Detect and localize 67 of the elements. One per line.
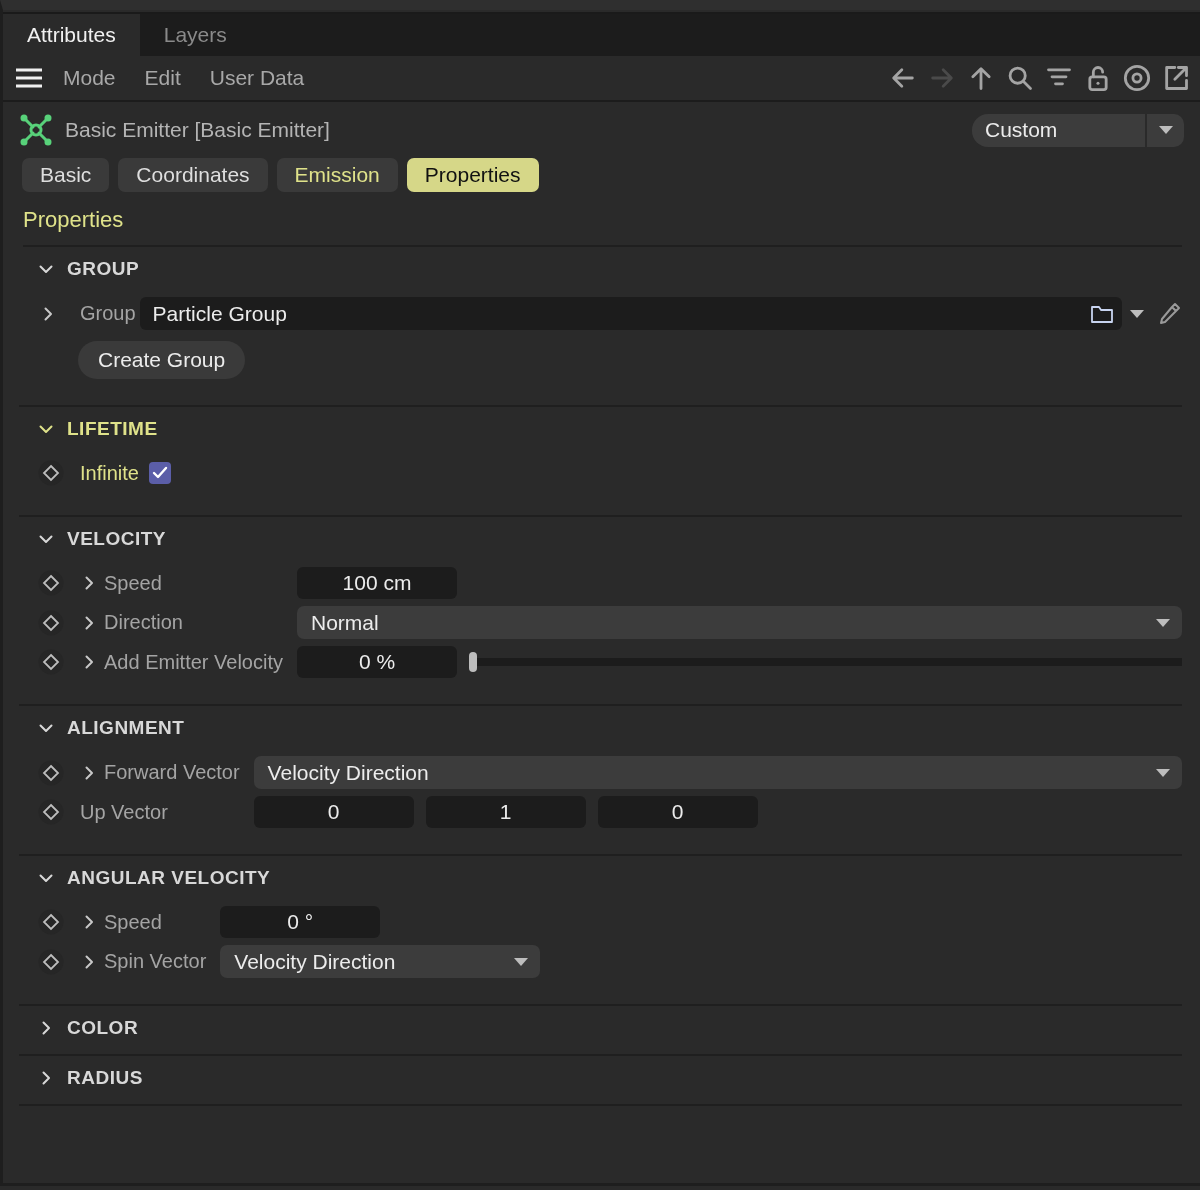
collapse-chevron-icon[interactable] [39, 262, 53, 276]
dropdown[interactable]: Velocity Direction [253, 756, 1182, 789]
menu-icon[interactable] [15, 68, 43, 88]
expand-chevron-icon[interactable] [82, 915, 96, 929]
create-group-button[interactable]: Create Group [78, 341, 246, 379]
expand-chevron-icon[interactable] [39, 1071, 53, 1085]
property-label: Infinite [80, 461, 139, 485]
expand-chevron-icon[interactable] [41, 306, 55, 321]
number-field[interactable]: 1 [425, 796, 586, 828]
property-label: Speed [104, 571, 162, 595]
property-label: Direction [104, 611, 183, 634]
collapse-chevron-icon[interactable] [39, 871, 53, 885]
section-title[interactable]: ALIGNMENT [67, 717, 185, 739]
emitter-icon [19, 113, 53, 147]
preset-dropdown[interactable]: Custom [972, 113, 1184, 147]
caret-icon [1156, 618, 1170, 627]
property-label: Up Vector [80, 800, 168, 824]
property-label: Spin Vector [104, 950, 207, 973]
page-title: Properties [23, 205, 1182, 247]
number-field[interactable]: 100 cm [296, 567, 457, 599]
slider-thumb[interactable] [468, 652, 477, 672]
expand-chevron-icon[interactable] [82, 576, 96, 590]
target-icon[interactable] [1123, 64, 1151, 92]
object-title: Basic Emitter [Basic Emitter] [65, 118, 330, 142]
property-label: Speed [104, 910, 162, 934]
tab[interactable]: Emission [276, 158, 398, 192]
section-title[interactable]: COLOR [67, 1017, 139, 1039]
dropdown[interactable]: Velocity Direction [220, 945, 541, 978]
section-title[interactable]: LIFETIME [67, 418, 158, 440]
property-label: Add Emitter Velocity [104, 650, 283, 674]
collapse-chevron-icon[interactable] [39, 422, 53, 436]
number-field[interactable]: 0 [597, 796, 758, 828]
external-window-icon[interactable] [1162, 64, 1190, 92]
checkmark-icon [151, 466, 168, 480]
expand-chevron-icon[interactable] [82, 765, 96, 780]
expand-chevron-icon[interactable] [82, 615, 96, 630]
section-title[interactable]: GROUP [67, 258, 140, 280]
menu-item[interactable]: Edit [144, 66, 181, 90]
panel-tab[interactable]: Attributes [3, 14, 140, 56]
collapse-chevron-icon[interactable] [39, 532, 53, 546]
menu-item[interactable]: User Data [209, 66, 305, 90]
property-label: Forward Vector [104, 761, 240, 784]
section-title[interactable]: ANGULAR VELOCITY [67, 867, 271, 889]
section-title[interactable]: RADIUS [67, 1067, 143, 1089]
folder-icon[interactable] [1090, 303, 1114, 324]
tab[interactable]: Properties [406, 158, 539, 192]
checkbox[interactable] [148, 462, 171, 484]
expand-chevron-icon[interactable] [82, 954, 96, 969]
dropdown[interactable]: Normal [296, 606, 1182, 639]
number-field[interactable]: 0 % [296, 646, 457, 678]
collapse-chevron-icon[interactable] [39, 721, 53, 735]
expand-chevron-icon[interactable] [39, 1021, 53, 1035]
menu-item[interactable]: Mode [63, 66, 116, 90]
caret-icon [1156, 768, 1170, 777]
section-title[interactable]: VELOCITY [67, 528, 166, 550]
caret-icon [1158, 126, 1173, 134]
panel-tab[interactable]: Layers [139, 14, 251, 56]
property-label: Group [80, 302, 136, 325]
expand-chevron-icon[interactable] [82, 655, 96, 669]
tab[interactable]: Coordinates [118, 158, 268, 192]
number-field[interactable]: 0 [253, 796, 414, 828]
search-icon[interactable] [1006, 64, 1034, 92]
tab[interactable]: Basic [22, 158, 110, 192]
number-field[interactable]: 0 ° [220, 906, 381, 938]
link-field[interactable]: Particle Group [139, 297, 1122, 330]
caret-icon [1130, 309, 1144, 318]
caret-icon [514, 957, 529, 966]
